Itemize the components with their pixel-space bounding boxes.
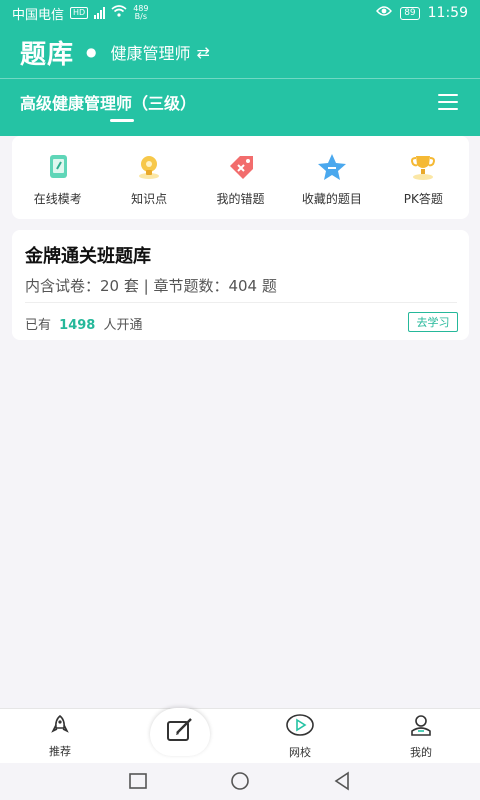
subscribers-suffix: 人开通	[103, 318, 143, 333]
star-icon	[315, 152, 349, 182]
quick-action-knowledge[interactable]: 知识点	[103, 136, 194, 219]
wifi-icon	[111, 5, 127, 21]
bank-title: 金牌通关班题库	[25, 246, 151, 267]
subscribers-prefix: 已有	[25, 318, 52, 333]
user-icon	[409, 713, 433, 741]
quick-actions: 在线模考 知识点 我的错题 收藏的题目 PK答题	[12, 136, 469, 219]
quick-action-label: 在线模考	[33, 192, 82, 206]
recent-apps-button[interactable]	[126, 771, 150, 791]
quick-action-favorites[interactable]: 收藏的题目	[286, 136, 377, 219]
menu-icon[interactable]	[438, 94, 458, 110]
switch-icon[interactable]: ⇄	[197, 43, 210, 62]
lightbulb-icon	[132, 152, 166, 182]
tab-practice[interactable]	[150, 708, 210, 756]
level-tab[interactable]: 高级健康管理师（三级）	[20, 90, 196, 114]
bank-info: 内含试卷：20 套 | 章节题数：404 题	[25, 277, 277, 295]
bank-divider	[25, 302, 457, 303]
net-speed: 489 B/s	[133, 4, 149, 21]
hd-badge: HD	[70, 7, 89, 19]
home-button[interactable]	[228, 771, 252, 791]
signal-icon	[94, 7, 106, 19]
quick-action-label: 知识点	[131, 192, 168, 206]
quick-action-pk[interactable]: PK答题	[378, 136, 469, 219]
tab-recommend[interactable]: 推荐	[40, 709, 80, 764]
eye-icon	[376, 5, 393, 21]
carrier-label: 中国电信	[12, 7, 65, 23]
back-button[interactable]	[330, 771, 354, 791]
tab-mine[interactable]: 我的	[401, 709, 441, 764]
system-nav-bar	[0, 763, 480, 800]
go-study-button[interactable]: 去学习	[408, 312, 458, 332]
quick-action-wrong-questions[interactable]: 我的错题	[195, 136, 286, 219]
quick-action-online-exam[interactable]: 在线模考	[12, 136, 103, 219]
level-tab-indicator	[110, 119, 134, 122]
quick-action-label: 我的错题	[216, 192, 265, 206]
subject-selector[interactable]: 健康管理师	[111, 40, 191, 64]
tab-label: 网校	[289, 746, 311, 759]
header-divider	[0, 78, 480, 79]
page-title: 题库	[20, 39, 75, 70]
bottom-tab-bar: 推荐 网校 我的	[0, 708, 480, 763]
subscribers-count: 1498	[59, 318, 96, 333]
play-icon	[285, 713, 315, 741]
tab-label: 我的	[410, 746, 432, 759]
battery-indicator: 89	[400, 6, 420, 20]
quick-action-label: PK答题	[403, 192, 443, 206]
trophy-icon	[406, 152, 440, 182]
clock: 11:59	[427, 5, 468, 21]
question-bank-card[interactable]: 金牌通关班题库 内含试卷：20 套 | 章节题数：404 题 已有 1498 人…	[12, 230, 469, 340]
header: 题库 ● 健康管理师 ⇄ 高级健康管理师（三级）	[0, 26, 480, 136]
tab-label: 推荐	[49, 745, 71, 758]
status-bar: 中国电信 HD 489 B/s 89 11:59	[0, 0, 480, 26]
edit-icon	[164, 716, 196, 748]
separator-dot: ●	[86, 45, 97, 59]
quick-action-label: 收藏的题目	[301, 192, 362, 206]
tab-school[interactable]: 网校	[280, 709, 320, 764]
bank-subscribers: 已有 1498 人开通	[25, 314, 143, 333]
rocket-icon	[49, 714, 71, 740]
exam-tablet-icon	[41, 152, 75, 182]
wrong-tag-icon	[224, 152, 258, 182]
